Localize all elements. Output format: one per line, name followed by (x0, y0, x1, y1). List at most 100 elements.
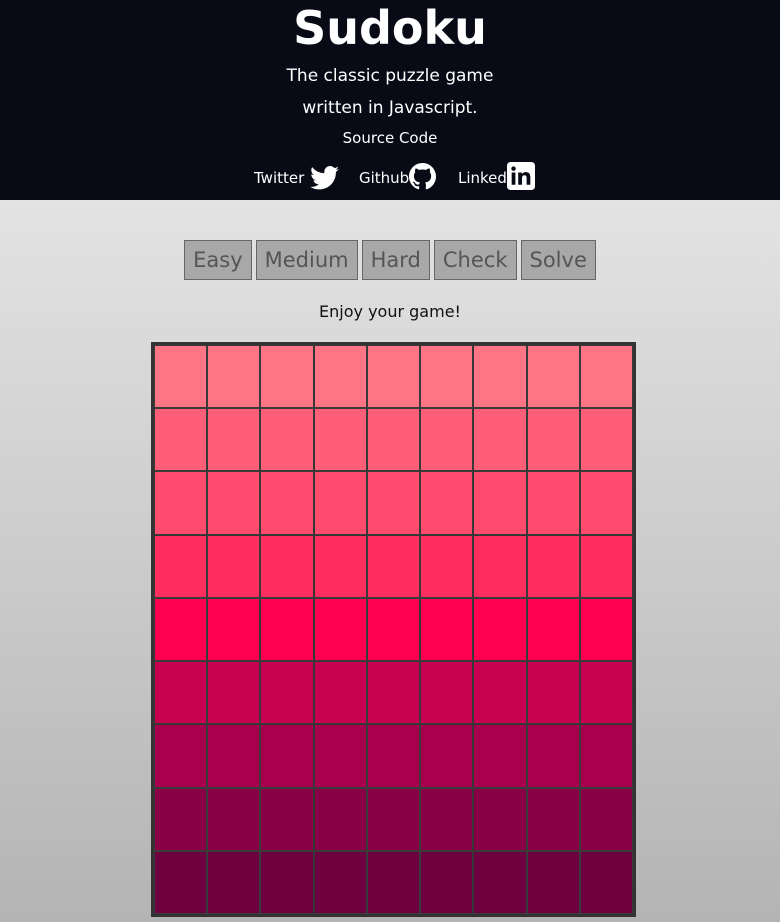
sudoku-cell[interactable] (313, 408, 367, 472)
difficulty-toolbar: Easy Medium Hard Check Solve (0, 240, 780, 280)
check-button[interactable]: Check (433, 240, 517, 280)
sudoku-cell[interactable] (473, 534, 527, 598)
sudoku-cell[interactable] (313, 597, 367, 662)
sudoku-cell[interactable] (207, 471, 261, 535)
sudoku-cell[interactable] (207, 408, 261, 472)
sudoku-cell[interactable] (420, 534, 474, 598)
sudoku-cell[interactable] (207, 850, 261, 914)
sudoku-cell[interactable] (260, 597, 314, 662)
sudoku-cell[interactable] (366, 408, 421, 472)
sudoku-cell[interactable] (526, 471, 580, 535)
sudoku-cell[interactable] (579, 597, 633, 662)
sudoku-cell[interactable] (579, 661, 633, 725)
sudoku-cell[interactable] (366, 661, 421, 725)
sudoku-cell[interactable] (526, 724, 580, 788)
sudoku-cell[interactable] (366, 597, 421, 662)
twitter-bird-icon (310, 166, 340, 190)
sudoku-cell[interactable] (366, 471, 421, 535)
sudoku-cell[interactable] (260, 471, 314, 535)
sudoku-cell[interactable] (260, 408, 314, 472)
sudoku-cell[interactable] (473, 787, 527, 851)
sudoku-cell[interactable] (473, 661, 527, 725)
sudoku-cell[interactable] (366, 850, 421, 914)
sudoku-cell[interactable] (473, 597, 527, 662)
sudoku-cell[interactable] (420, 597, 474, 662)
sudoku-cell[interactable] (579, 471, 633, 535)
sudoku-cell[interactable] (526, 850, 580, 914)
linkedin-link[interactable]: Linked (458, 158, 535, 190)
sudoku-cell[interactable] (207, 345, 261, 409)
sudoku-cell[interactable] (154, 408, 208, 472)
sudoku-cell[interactable] (579, 850, 633, 914)
sudoku-cell[interactable] (473, 471, 527, 535)
sudoku-cell[interactable] (154, 471, 208, 535)
sudoku-cell[interactable] (207, 787, 261, 851)
sudoku-cell[interactable] (473, 408, 527, 472)
sudoku-cell[interactable] (313, 661, 367, 725)
sudoku-cell[interactable] (154, 724, 208, 788)
sudoku-cell[interactable] (366, 787, 421, 851)
sudoku-cell[interactable] (313, 787, 367, 851)
tagline-line-2: written in Javascript. (302, 98, 478, 118)
sudoku-cell[interactable] (526, 534, 580, 598)
sudoku-cell[interactable] (526, 345, 580, 409)
sudoku-cell[interactable] (420, 408, 474, 472)
twitter-link[interactable]: Twitter (254, 158, 340, 190)
sudoku-cell[interactable] (526, 661, 580, 725)
sudoku-cell[interactable] (260, 787, 314, 851)
sudoku-cell[interactable] (473, 850, 527, 914)
sudoku-cell[interactable] (579, 724, 633, 788)
sudoku-cell[interactable] (579, 787, 633, 851)
sudoku-cell[interactable] (260, 724, 314, 788)
linkedin-in-icon (506, 162, 535, 190)
sudoku-cell[interactable] (313, 345, 367, 409)
sudoku-cell[interactable] (260, 661, 314, 725)
github-link[interactable]: Github (359, 158, 437, 190)
sudoku-cell[interactable] (154, 850, 208, 914)
sudoku-cell[interactable] (154, 534, 208, 598)
sudoku-cell[interactable] (154, 661, 208, 725)
sudoku-cell[interactable] (260, 850, 314, 914)
sudoku-cell[interactable] (420, 345, 474, 409)
sudoku-cell[interactable] (473, 724, 527, 788)
site-header: Sudoku The classic puzzle game written i… (0, 0, 780, 200)
sudoku-cell[interactable] (420, 471, 474, 535)
sudoku-cell[interactable] (154, 787, 208, 851)
source-code-link[interactable]: Source Code (0, 128, 780, 148)
sudoku-cell[interactable] (526, 597, 580, 662)
github-octocat-icon (409, 163, 437, 190)
sudoku-cell[interactable] (366, 345, 421, 409)
sudoku-cell[interactable] (579, 534, 633, 598)
sudoku-cell[interactable] (420, 724, 474, 788)
sudoku-cell[interactable] (207, 597, 261, 662)
sudoku-cell[interactable] (154, 345, 208, 409)
sudoku-cell[interactable] (313, 724, 367, 788)
sudoku-cell[interactable] (313, 850, 367, 914)
sudoku-cell[interactable] (260, 534, 314, 598)
sudoku-cell[interactable] (579, 408, 633, 472)
sudoku-cell[interactable] (420, 787, 474, 851)
linkedin-label: Linked (458, 169, 507, 187)
sudoku-cell[interactable] (207, 724, 261, 788)
sudoku-cell[interactable] (420, 661, 474, 725)
github-label: Github (359, 169, 410, 187)
medium-button[interactable]: Medium (255, 240, 358, 280)
sudoku-cell[interactable] (526, 408, 580, 472)
sudoku-cell[interactable] (526, 787, 580, 851)
sudoku-cell[interactable] (420, 850, 474, 914)
sudoku-cell[interactable] (313, 534, 367, 598)
easy-button[interactable]: Easy (184, 240, 252, 280)
page-title: Sudoku (293, 1, 487, 55)
status-message: Enjoy your game! (319, 302, 461, 321)
sudoku-cell[interactable] (260, 345, 314, 409)
sudoku-cell[interactable] (473, 345, 527, 409)
sudoku-cell[interactable] (579, 345, 633, 409)
sudoku-cell[interactable] (313, 471, 367, 535)
sudoku-cell[interactable] (207, 534, 261, 598)
solve-button[interactable]: Solve (520, 240, 596, 280)
sudoku-cell[interactable] (366, 724, 421, 788)
sudoku-cell[interactable] (207, 661, 261, 725)
sudoku-cell[interactable] (154, 597, 208, 662)
sudoku-cell[interactable] (366, 534, 421, 598)
hard-button[interactable]: Hard (361, 240, 430, 280)
